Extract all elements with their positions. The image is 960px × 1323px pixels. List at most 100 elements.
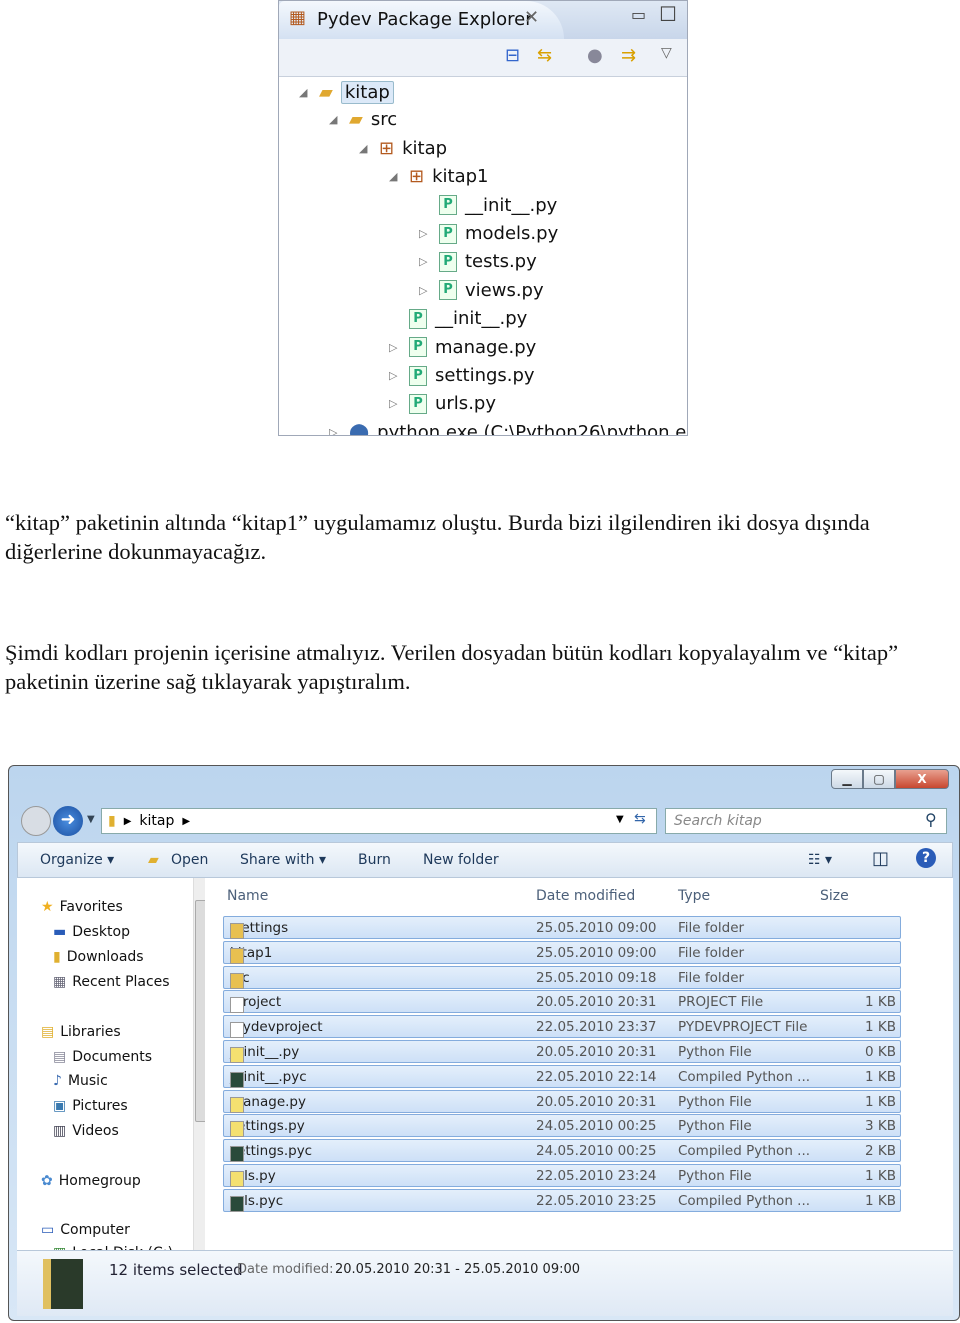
tab-pydev-package-explorer[interactable]: ▦ Pydev Package Explorer ✕ (279, 1, 564, 39)
nav-item[interactable]: ▮ Downloads (53, 949, 144, 965)
tree-item[interactable]: ▷ Pmodels.py (419, 223, 558, 244)
tree-item[interactable]: ◢ ▰ src (329, 109, 397, 130)
nav-item[interactable]: ▣ Pictures (53, 1098, 128, 1114)
file-row[interactable]: __init__.pyc 22.05.2010 22:14 Compiled Pyt… (223, 1064, 901, 1088)
preview-pane-icon[interactable]: ◫ (872, 848, 889, 869)
nav-item[interactable]: ▥ Videos (53, 1123, 119, 1139)
working-set-icon[interactable]: ⇉ (621, 45, 636, 66)
twisty-icon[interactable]: ▷ (389, 369, 401, 382)
open-button[interactable]: Open (171, 852, 208, 868)
file-list: Name Date modified Type Size .settings 25… (205, 878, 953, 1250)
tree-item-label: kitap1 (432, 166, 489, 188)
address-bar[interactable]: ▮ ▶ kitap ▶ ▼ ⇆ (101, 808, 657, 834)
tree-item[interactable]: ▷ Ptests.py (419, 251, 537, 272)
twisty-icon[interactable]: ◢ (299, 86, 311, 99)
close-icon[interactable]: ✕ (524, 7, 539, 28)
help-icon[interactable]: ? (916, 848, 936, 868)
tree-item[interactable]: P __init__.py (419, 195, 557, 216)
nav-item[interactable]: ✿ Homegroup (41, 1173, 141, 1189)
file-row[interactable]: .pydevproject 22.05.2010 23:37 PYDEVPROJEC… (223, 1015, 901, 1039)
file-row[interactable]: settings.py 24.05.2010 00:25 Python File 3 … (223, 1114, 901, 1138)
nav-item[interactable]: ★ Favorites (41, 899, 123, 915)
name-cell: settings.py (230, 1118, 305, 1138)
file-row[interactable]: urls.py 22.05.2010 23:24 Python File 1 KB (223, 1164, 901, 1187)
tree-item-label: __init__.py (465, 194, 558, 216)
tree-item[interactable]: ◢ ⊞ kitap (359, 138, 447, 159)
column-size[interactable]: Size (820, 888, 849, 904)
size-cell: 0 KB (865, 1044, 896, 1060)
view-menu-icon[interactable]: ▽ (661, 45, 672, 61)
nav-item[interactable]: ▤ Libraries (41, 1024, 121, 1040)
file-row[interactable]: .project 20.05.2010 20:31 PROJECT File 1 KB (223, 990, 901, 1014)
tree-item[interactable]: P __init__.py (389, 308, 527, 329)
search-icon[interactable]: ⚲ (925, 810, 937, 829)
back-button[interactable] (21, 806, 51, 836)
view-tab-bar: ▦ Pydev Package Explorer ✕ ▭ ☐ (279, 1, 687, 39)
python-file-icon: P (409, 365, 427, 386)
tree-item[interactable]: ◢ ⊞ kitap1 (389, 166, 488, 187)
address-dropdown-icon[interactable]: ▼ (616, 814, 624, 825)
tree-item[interactable]: ▷ Psettings.py (389, 365, 535, 386)
name-cell: src (230, 970, 250, 989)
file-row[interactable]: .settings 25.05.2010 09:00 File folder (223, 916, 901, 939)
nav-item[interactable]: ▤ Documents (53, 1049, 152, 1065)
twisty-icon[interactable]: ◢ (389, 170, 401, 183)
name-cell: kitap1 (230, 945, 272, 964)
tree-item[interactable]: ◢ ▰ kitap (299, 81, 394, 104)
folder-icon (230, 972, 244, 989)
minimize-button[interactable]: ▁ (831, 769, 863, 789)
size-cell: 1 KB (865, 1093, 896, 1110)
maximize-button[interactable]: ▢ (863, 769, 895, 789)
nav-item[interactable]: ▬ Desktop (53, 924, 130, 940)
column-name[interactable]: Name (227, 888, 268, 904)
nav-item-label: Downloads (66, 949, 144, 965)
name-cell: urls.py (230, 1168, 276, 1187)
organize-button[interactable]: Organize ▾ (40, 852, 114, 868)
twisty-icon[interactable]: ◢ (359, 142, 371, 155)
type-cell: PROJECT File (678, 994, 764, 1011)
column-type[interactable]: Type (678, 888, 710, 904)
filters-icon[interactable]: ● (587, 45, 603, 66)
recent-pages-icon[interactable]: ▼ (87, 814, 95, 825)
tree-item[interactable]: ▷ ⬤ python.exe (C:\Python26\python.ex (329, 422, 687, 435)
tree-item[interactable]: ▷ Pmanage.py (389, 337, 536, 358)
twisty-icon[interactable]: ▷ (419, 284, 431, 297)
music-icon: ♪ (53, 1073, 62, 1089)
command-bar: Organize ▾ ▰ Open Share with ▾ Burn New … (17, 842, 953, 878)
share-with-button[interactable]: Share with ▾ (240, 852, 326, 868)
minimize-icon[interactable]: ▭ (631, 5, 646, 24)
twisty-icon[interactable]: ◢ (329, 113, 341, 126)
column-date-modified[interactable]: Date modified (536, 888, 635, 904)
nav-item[interactable]: ▭ Computer (41, 1222, 130, 1238)
view-options-icon[interactable]: ☷ ▾ (808, 852, 832, 868)
file-row[interactable]: src 25.05.2010 09:18 File folder (223, 965, 901, 989)
computer-icon: ▭ (41, 1222, 55, 1238)
burn-button[interactable]: Burn (358, 852, 391, 868)
file-row[interactable]: settings.pyc 24.05.2010 00:25 Compiled Pyt… (223, 1139, 901, 1163)
tree-item[interactable]: ▷ Purls.py (389, 393, 496, 414)
twisty-icon[interactable]: ▷ (329, 426, 341, 435)
search-input[interactable]: Search kitap (665, 808, 947, 834)
file-row[interactable]: kitap1 25.05.2010 09:00 File folder (223, 940, 901, 964)
link-with-editor-icon[interactable]: ⇆ (537, 45, 552, 66)
breadcrumb-kitap[interactable]: kitap (139, 813, 174, 829)
tree-item-label: urls.py (435, 393, 496, 415)
tree-item-label: manage.py (435, 336, 537, 358)
refresh-icon[interactable]: ⇆ (634, 811, 646, 827)
twisty-icon[interactable]: ▷ (389, 341, 401, 354)
file-row[interactable]: __init__.py 20.05.2010 20:31 Python File 0 … (223, 1040, 901, 1063)
date-cell: 24.05.2010 00:25 (536, 1143, 657, 1160)
nav-item[interactable]: ▦ Recent Places (53, 974, 170, 990)
twisty-icon[interactable]: ▷ (419, 227, 431, 240)
collapse-all-icon[interactable]: ⊟ (505, 45, 520, 66)
nav-item[interactable]: ♪ Music (53, 1073, 108, 1089)
twisty-icon[interactable]: ▷ (419, 255, 431, 268)
close-button[interactable]: X (895, 769, 949, 789)
file-row[interactable]: urls.pyc 22.05.2010 23:25 Compiled Python … (223, 1188, 901, 1212)
new-folder-button[interactable]: New folder (423, 852, 499, 868)
maximize-icon[interactable]: ☐ (659, 2, 677, 26)
forward-button[interactable]: ➜ (53, 806, 83, 836)
twisty-icon[interactable]: ▷ (389, 397, 401, 410)
file-row[interactable]: manage.py 20.05.2010 20:31 Python File 1 KB (223, 1089, 901, 1113)
tree-item[interactable]: ▷ Pviews.py (419, 280, 544, 301)
